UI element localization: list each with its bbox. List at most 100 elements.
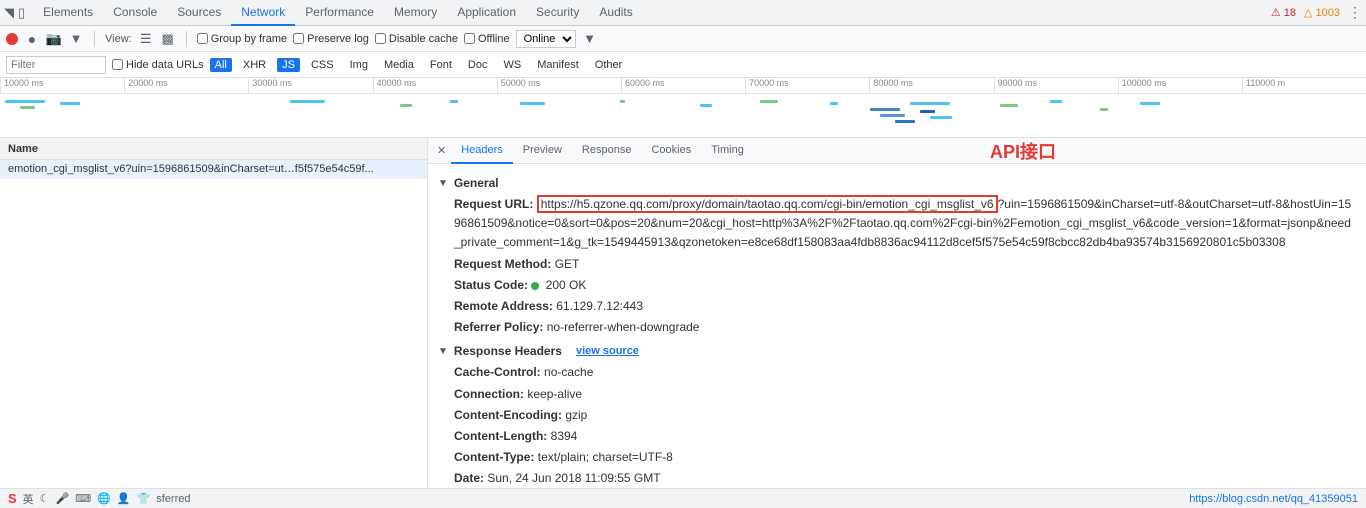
timeline-area: 10000 ms 20000 ms 30000 ms 40000 ms 5000… <box>0 78 1366 138</box>
detail-tab-cookies[interactable]: Cookies <box>641 138 701 164</box>
main-content: Name emotion_cgi_msglist_v6?uin=15968615… <box>0 138 1366 508</box>
ruler-mark-2: 30000 ms <box>248 78 372 93</box>
header-val-1: keep-alive <box>527 387 582 401</box>
ruler-mark-1: 20000 ms <box>124 78 248 93</box>
camera-icon[interactable]: 📷 <box>46 31 62 47</box>
request-row-0[interactable]: emotion_cgi_msglist_v6?uin=1596861509&in… <box>0 160 427 179</box>
header-row-5: Date: Sun, 24 Jun 2018 11:09:55 GMT <box>438 468 1356 489</box>
header-row-2: Content-Encoding: gzip <box>438 405 1356 426</box>
filter-font-btn[interactable]: Font <box>425 58 457 72</box>
offline-checkbox[interactable]: Offline <box>464 33 510 45</box>
detail-tab-headers[interactable]: Headers <box>451 138 513 164</box>
keyboard-icon: ⌨ <box>75 492 91 505</box>
filter-css-btn[interactable]: CSS <box>306 58 339 72</box>
status-code-row: Status Code: 200 OK <box>438 275 1356 296</box>
request-url-key: Request URL: <box>454 197 533 211</box>
tab-memory[interactable]: Memory <box>384 0 447 26</box>
header-row-3: Content-Length: 8394 <box>438 426 1356 447</box>
view-label: View: <box>105 33 132 45</box>
device-icon[interactable]: ▯ <box>18 5 25 21</box>
group-frame-input[interactable] <box>197 33 208 44</box>
filter-other-btn[interactable]: Other <box>590 58 628 72</box>
referrer-policy-key: Referrer Policy: <box>454 320 543 334</box>
more-options-icon[interactable]: ⋮ <box>1348 4 1362 21</box>
filter-js-btn[interactable]: JS <box>277 58 300 72</box>
general-section-title: ▼ General <box>438 176 1356 190</box>
network-icon: 🌐 <box>97 492 111 505</box>
s-icon: S <box>8 491 17 506</box>
request-method-row: Request Method: GET <box>438 254 1356 275</box>
bottom-bar: S 英 ☾ 🎤 ⌨ 🌐 👤 👕 sferred https://blog.csd… <box>0 488 1366 508</box>
hide-data-urls-checkbox[interactable]: Hide data URLs <box>112 59 204 71</box>
remote-address-row: Remote Address: 61.129.7.12:443 <box>438 296 1356 317</box>
disable-cache-input[interactable] <box>375 33 386 44</box>
error-count: ⚠ 18 <box>1271 6 1296 19</box>
detail-tab-preview[interactable]: Preview <box>513 138 572 164</box>
tab-performance[interactable]: Performance <box>295 0 384 26</box>
name-column-header: Name <box>8 143 38 155</box>
header-key-3: Content-Length: <box>454 429 547 443</box>
request-name-0: emotion_cgi_msglist_v6?uin=1596861509&in… <box>8 163 374 175</box>
ruler-mark-0: 10000 ms <box>0 78 124 93</box>
request-url-highlighted[interactable]: https://h5.qzone.qq.com/proxy/domain/tao… <box>537 195 998 213</box>
group-frame-checkbox[interactable]: Group by frame <box>197 33 287 45</box>
filter-input[interactable] <box>6 56 106 74</box>
clear-button[interactable]: ● <box>24 31 40 47</box>
offline-input[interactable] <box>464 33 475 44</box>
disable-cache-checkbox[interactable]: Disable cache <box>375 33 458 45</box>
tab-console[interactable]: Console <box>103 0 167 26</box>
lang-label: 英 <box>23 491 34 507</box>
network-toolbar: ● 📷 ▼ View: ☰ ▩ Group by frame Preserve … <box>0 26 1366 52</box>
separator-2 <box>186 31 187 47</box>
detail-tabs: ✕ Headers Preview Response Cookies Timin… <box>428 138 1366 164</box>
detail-tab-response[interactable]: Response <box>572 138 642 164</box>
shirt-icon: 👕 <box>137 492 151 505</box>
tab-security[interactable]: Security <box>526 0 589 26</box>
filter-manifest-btn[interactable]: Manifest <box>532 58 584 72</box>
hide-data-urls-input[interactable] <box>112 59 123 70</box>
throttle-arrow-icon[interactable]: ▼ <box>582 31 598 47</box>
tab-audits[interactable]: Audits <box>589 0 642 26</box>
warn-icon: △ <box>1304 6 1312 19</box>
list-view-icon[interactable]: ☰ <box>138 31 154 47</box>
request-url-val[interactable]: https://h5.qzone.qq.com/proxy/domain/tao… <box>454 195 1351 249</box>
ruler-mark-4: 50000 ms <box>497 78 621 93</box>
throttle-select[interactable]: Online <box>516 30 576 48</box>
referrer-policy-val: no-referrer-when-downgrade <box>547 320 700 334</box>
hide-data-urls-label: Hide data URLs <box>126 59 204 71</box>
header-row-4: Content-Type: text/plain; charset=UTF-8 <box>438 447 1356 468</box>
timeline-ruler: 10000 ms 20000 ms 30000 ms 40000 ms 5000… <box>0 78 1366 94</box>
moon-icon: ☾ <box>40 492 50 505</box>
tab-application[interactable]: Application <box>447 0 526 26</box>
tab-sources[interactable]: Sources <box>167 0 231 26</box>
preserve-log-checkbox[interactable]: Preserve log <box>293 33 369 45</box>
view-source-link[interactable]: view source <box>576 345 639 357</box>
filter-doc-btn[interactable]: Doc <box>463 58 493 72</box>
ruler-mark-3: 40000 ms <box>373 78 497 93</box>
bottom-right: https://blog.csdn.net/qq_41359051 <box>1189 493 1358 505</box>
filter-img-btn[interactable]: Img <box>345 58 373 72</box>
api-annotation: API接口 <box>990 138 1056 164</box>
record-button[interactable] <box>6 33 18 45</box>
filter-xhr-btn[interactable]: XHR <box>238 58 271 72</box>
tab-network[interactable]: Network <box>231 0 295 26</box>
csdn-link[interactable]: https://blog.csdn.net/qq_41359051 <box>1189 493 1358 505</box>
mic-icon: 🎤 <box>56 492 70 505</box>
preserve-log-input[interactable] <box>293 33 304 44</box>
filter-ws-btn[interactable]: WS <box>498 58 526 72</box>
response-headers-section-title: ▼ Response Headers view source <box>438 344 1356 358</box>
filter-media-btn[interactable]: Media <box>379 58 419 72</box>
header-key-2: Content-Encoding: <box>454 408 562 422</box>
waterfall-view-icon[interactable]: ▩ <box>160 31 176 47</box>
header-val-4: text/plain; charset=UTF-8 <box>538 450 673 464</box>
tab-elements[interactable]: Elements <box>33 0 103 26</box>
filter-icon[interactable]: ▼ <box>68 31 84 47</box>
header-row-0: Cache-Control: no-cache <box>438 362 1356 383</box>
group-frame-label: Group by frame <box>211 33 287 45</box>
detail-tab-timing[interactable]: Timing <box>701 138 754 164</box>
inspect-icon[interactable]: ◥ <box>4 5 14 21</box>
filter-all-btn[interactable]: All <box>210 58 232 72</box>
offline-label: Offline <box>478 33 510 45</box>
close-detail-btn[interactable]: ✕ <box>432 142 451 159</box>
devtools-right-icons: ⚠ 18 △ 1003 ⋮ <box>1271 4 1362 21</box>
